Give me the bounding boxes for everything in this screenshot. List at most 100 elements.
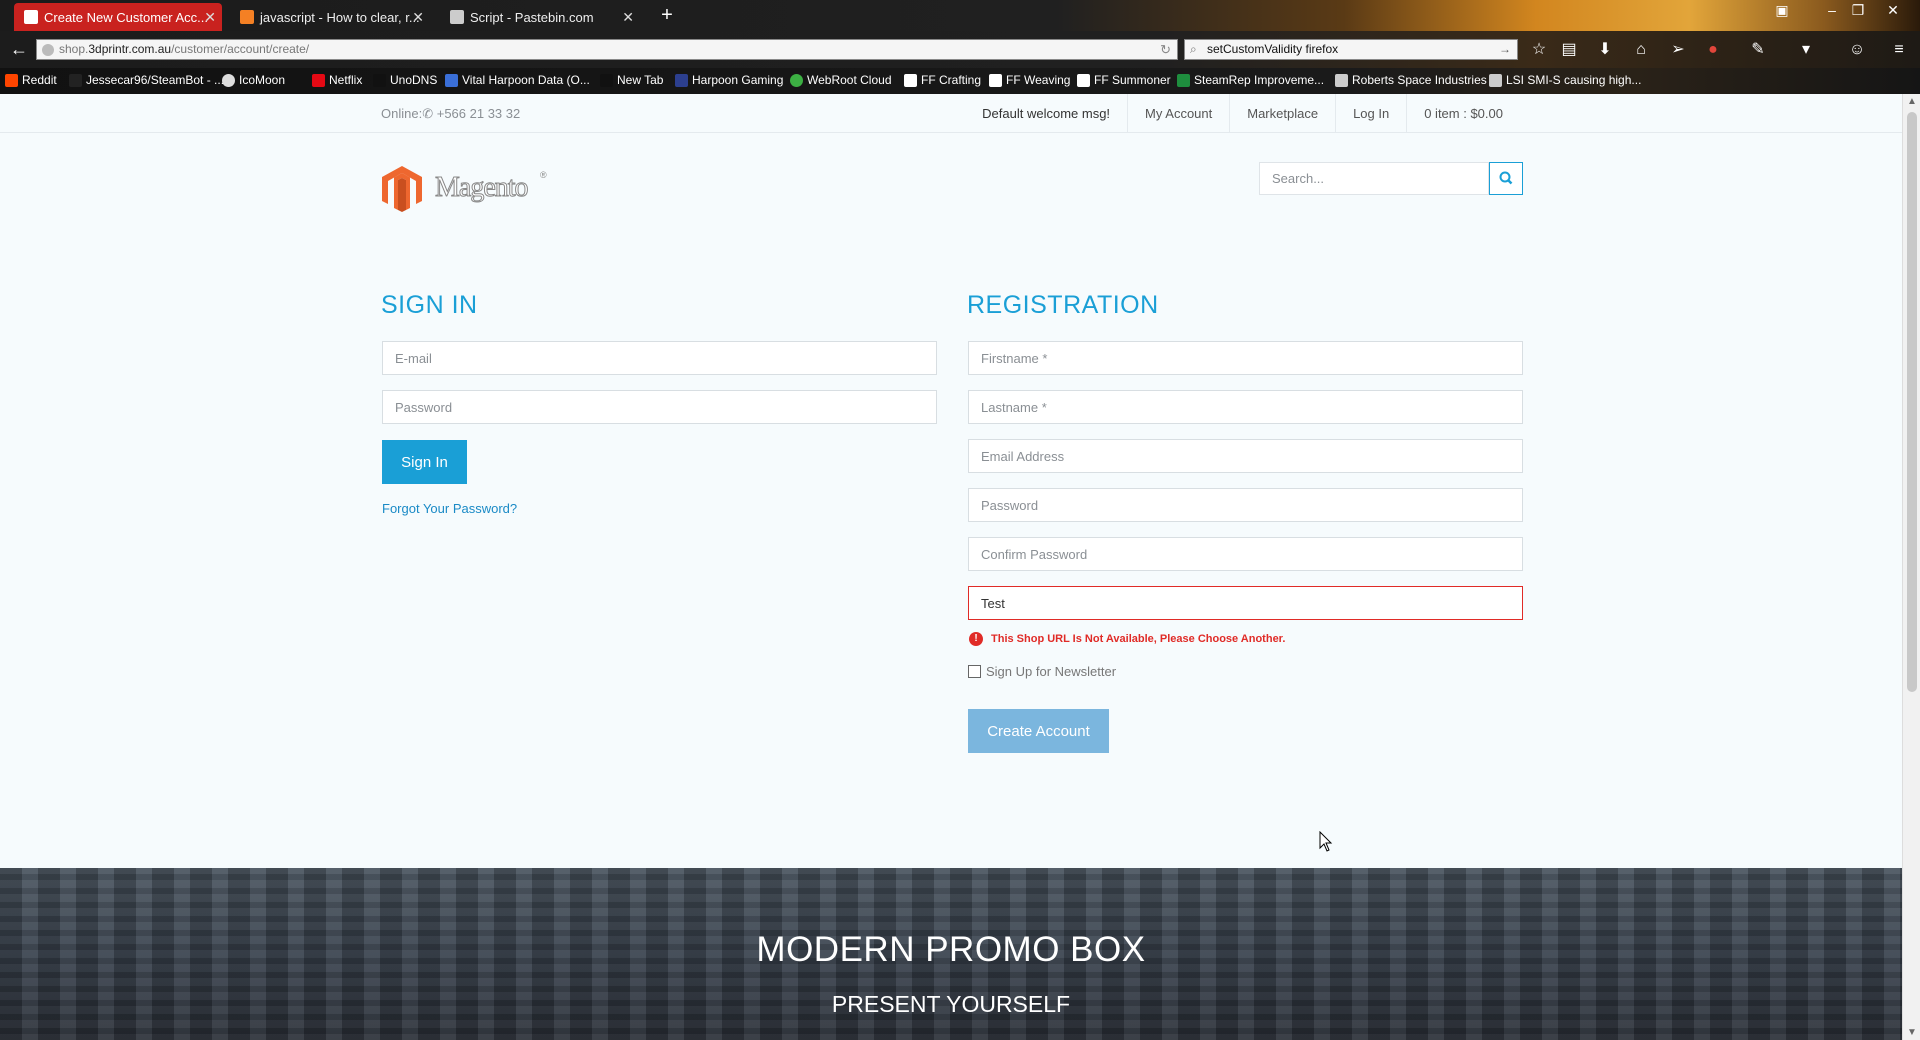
rsi-icon [1335, 74, 1348, 87]
cart-link[interactable]: 0 item : $0.00 [1406, 94, 1520, 133]
tools-icon[interactable]: ✎ [1747, 39, 1769, 61]
promo-subtitle: PRESENT YOURSELF [831, 991, 1071, 1017]
phone-icon: ✆ [422, 106, 434, 121]
mouse-cursor-icon [1319, 831, 1333, 852]
create-account-button[interactable]: Create Account [968, 709, 1109, 753]
url-bar[interactable]: shop.3dprintr.com.au/customer/account/cr… [36, 39, 1178, 60]
site-identity-icon[interactable] [42, 44, 54, 56]
shop-url-field[interactable] [968, 586, 1523, 620]
tab-pastebin[interactable]: Script - Pastebin.com ✕ [440, 3, 640, 31]
scroll-up-icon[interactable]: ▲ [1907, 96, 1917, 107]
scrollbar-thumb[interactable] [1907, 112, 1917, 692]
page-icon [600, 74, 613, 87]
scroll-down-icon[interactable]: ▼ [1907, 1027, 1917, 1038]
bookmark-item[interactable]: FF Crafting [904, 73, 981, 87]
tab-create-account[interactable]: Create New Customer Acc... ✕ [14, 3, 222, 31]
bookmark-item[interactable]: Jessecar96/SteamBot - ... [69, 73, 224, 87]
download-icon[interactable]: ⬇ [1594, 39, 1616, 61]
browser-search-bar[interactable]: ⌕ setCustomValidity firefox → [1184, 39, 1518, 60]
bookmark-item[interactable]: FF Weaving [989, 73, 1070, 87]
promo-title: MODERN PROMO BOX [756, 930, 1146, 969]
new-tab-button[interactable]: + [656, 4, 678, 27]
registration-title: REGISTRATION [967, 291, 1159, 319]
reading-list-icon[interactable]: ▤ [1558, 39, 1580, 61]
magento-favicon-icon [24, 10, 38, 24]
signin-email-field[interactable] [382, 341, 937, 375]
github-icon [69, 74, 82, 87]
forgot-password-link[interactable]: Forgot Your Password? [382, 501, 517, 516]
sheets-icon [1177, 74, 1190, 87]
webroot-icon [790, 74, 803, 87]
chat-icon[interactable]: ☺ [1846, 39, 1868, 61]
tab-javascript[interactable]: javascript - How to clear, r... ✕ [230, 3, 430, 31]
send-icon[interactable]: ➢ [1667, 39, 1689, 61]
tab-groups-icon[interactable]: ▣ [1771, 2, 1793, 19]
password-field[interactable] [968, 488, 1523, 522]
logo-text: Magento [435, 172, 530, 204]
login-link[interactable]: Log In [1335, 94, 1406, 133]
bookmark-item[interactable]: Roberts Space Industries [1335, 73, 1487, 87]
close-icon[interactable]: ✕ [622, 9, 634, 26]
reddit-icon [5, 74, 18, 87]
bookmarks-bar: Reddit Jessecar96/SteamBot - ... IcoMoon… [0, 68, 1920, 94]
newsletter-checkbox[interactable]: Sign Up for Newsletter [968, 664, 1116, 679]
checkmark-icon [904, 74, 917, 87]
bookmark-item[interactable]: LSI SMI-S causing high... [1489, 73, 1641, 87]
browser-search-text: setCustomValidity firefox [1207, 42, 1339, 56]
window-close-icon[interactable]: ✕ [1882, 2, 1904, 19]
icomoon-icon [222, 74, 235, 87]
my-account-link[interactable]: My Account [1127, 94, 1229, 133]
tab-label: Create New Customer Acc... [44, 9, 208, 25]
bookmark-item[interactable]: SteamRep Improveme... [1177, 73, 1324, 87]
bookmark-item[interactable]: IcoMoon [222, 73, 285, 87]
newsletter-label: Sign Up for Newsletter [986, 664, 1117, 679]
error-icon: ! [969, 632, 983, 646]
restore-icon[interactable]: ❐ [1847, 2, 1869, 19]
back-arrow-icon[interactable]: ← [8, 39, 30, 60]
lastname-field[interactable] [968, 390, 1523, 424]
online-contact: Online:✆ +566 21 33 32 [381, 106, 520, 122]
hamburger-menu-icon[interactable]: ≡ [1888, 39, 1910, 61]
confirm-password-field[interactable] [968, 537, 1523, 571]
bookmark-star-icon[interactable]: ☆ [1528, 39, 1550, 61]
magento-logo-icon [382, 166, 422, 212]
phone-number: +566 21 33 32 [436, 106, 521, 121]
marketplace-link[interactable]: Marketplace [1229, 94, 1335, 133]
bookmark-item[interactable]: New Tab [600, 73, 663, 87]
shop-url-error: ! This Shop URL Is Not Available, Please… [969, 632, 1286, 646]
extension-menu-icon[interactable]: ▾ [1795, 39, 1817, 61]
top-header-bar: Online:✆ +566 21 33 32 Default welcome m… [0, 94, 1902, 133]
home-icon[interactable]: ⌂ [1630, 39, 1652, 61]
tab-label: Script - Pastebin.com [470, 9, 594, 25]
checkmark-icon [989, 74, 1002, 87]
email-field[interactable] [968, 439, 1523, 473]
url-host: 3dprintr.com.au [88, 42, 172, 56]
bookmark-item[interactable]: UnoDNS [373, 73, 437, 87]
site-logo[interactable]: Magento ® [380, 164, 555, 214]
error-text: This Shop URL Is Not Available, Please C… [991, 633, 1286, 645]
signin-button[interactable]: Sign In [382, 440, 467, 484]
site-search-input[interactable] [1259, 162, 1489, 195]
close-icon[interactable]: ✕ [204, 9, 216, 26]
bookmark-item[interactable]: WebRoot Cloud [790, 73, 892, 87]
reload-icon[interactable]: ↻ [1160, 40, 1171, 59]
search-go-icon[interactable]: → [1499, 40, 1511, 59]
browser-chrome: Create New Customer Acc... ✕ javascript … [0, 0, 1920, 94]
bookmark-item[interactable]: Netflix [312, 73, 362, 87]
checkbox-icon[interactable] [968, 665, 981, 678]
bookmark-item[interactable]: Harpoon Gaming [675, 73, 783, 87]
site-search-button[interactable] [1489, 162, 1523, 195]
signin-title: SIGN IN [381, 291, 478, 319]
welcome-message: Default welcome msg! [982, 106, 1111, 121]
minimize-icon[interactable]: – [1821, 2, 1843, 18]
firstname-field[interactable] [968, 341, 1523, 375]
bookmark-item[interactable]: Reddit [5, 73, 57, 87]
bookmark-item[interactable]: Vital Harpoon Data (O... [445, 73, 590, 87]
checkmark-icon [1077, 74, 1090, 87]
signin-password-field[interactable] [382, 390, 937, 424]
close-icon[interactable]: ✕ [412, 9, 424, 26]
bookmark-item[interactable]: FF Summoner [1077, 73, 1171, 87]
adblock-icon[interactable]: ● [1702, 39, 1724, 61]
page-scrollbar[interactable]: ▲ ▼ [1902, 94, 1920, 1040]
promo-box: MODERN PROMO BOX PRESENT YOURSELF [0, 868, 1902, 1040]
